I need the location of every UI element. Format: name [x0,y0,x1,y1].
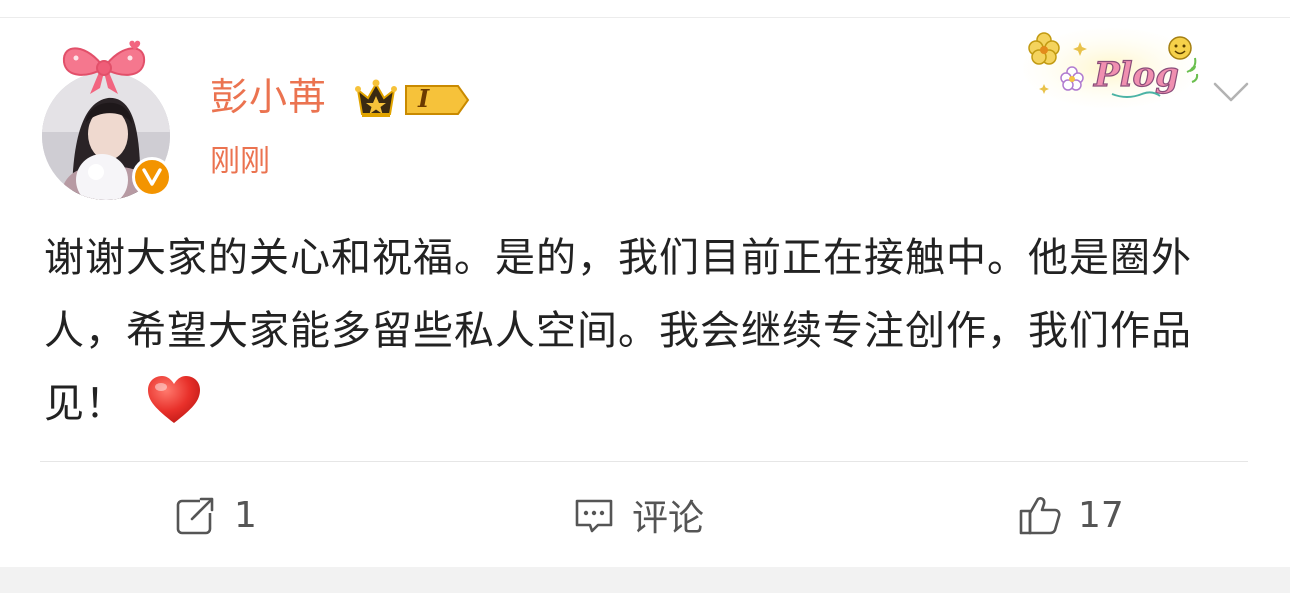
like-count: 17 [1078,494,1124,536]
post-content: 谢谢大家的关心和祝福。是的，我们目前正在接触中。他是圈外人，希望大家能多留些私人… [44,222,1249,441]
post-text: 谢谢大家的关心和祝福。是的，我们目前正在接触中。他是圈外人，希望大家能多留些私人… [44,235,1192,427]
vip-crown-badge[interactable]: I [354,78,472,122]
author-name[interactable]: 彭小苒 [210,72,327,122]
heart-emoji [148,376,200,423]
comment-label: 评论 [632,498,705,539]
author-avatar-container[interactable] [40,38,174,200]
vip-level: I [418,84,430,113]
plog-sticker-icon: Plog [1023,28,1199,108]
feed-separator [0,567,1290,593]
like-button[interactable]: 17 [1018,490,1124,540]
comment-button[interactable]: 评论 [572,490,704,540]
repost-icon [176,495,216,535]
verified-badge-icon [132,157,172,197]
post-time: 刚刚 [210,144,270,179]
comment-icon [575,499,613,533]
repost-count: 1 [234,494,257,536]
chevron-down-icon[interactable] [1211,78,1251,106]
thumbs-up-icon [1019,497,1061,535]
bow-decoration-icon [62,40,146,94]
top-divider [0,17,1290,18]
plog-sticker-text: Plog [1093,55,1179,95]
repost-button[interactable]: 1 [174,490,257,540]
action-bar-divider [40,461,1248,462]
